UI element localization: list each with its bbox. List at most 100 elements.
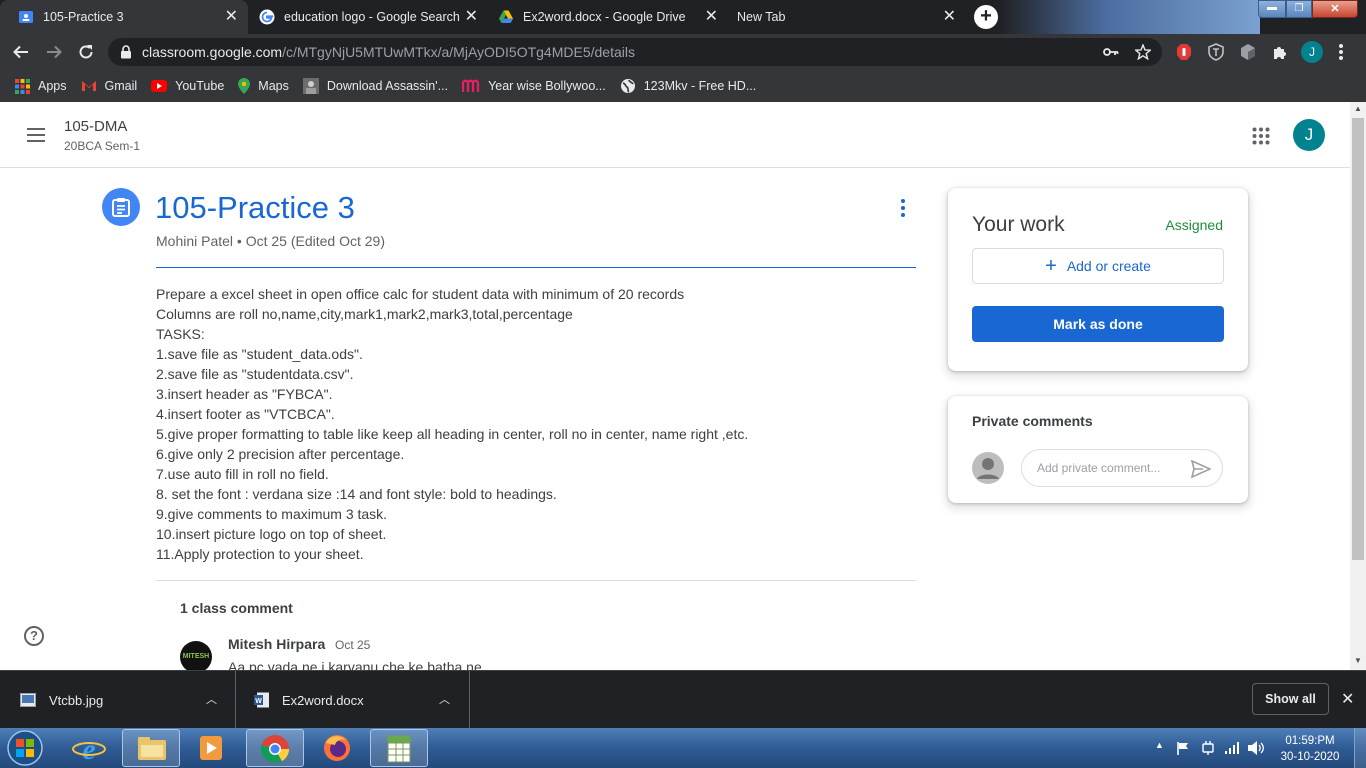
assignment-icon: [102, 188, 140, 226]
comment-text: Aa pc vada ne j karvanu che ke batha ne: [228, 659, 482, 670]
browser-toolbar: classroom.google.com/c/MTgyNjU5MTUwMTkx/…: [0, 34, 1366, 70]
file-explorer-taskbar-button[interactable]: [122, 729, 180, 767]
comment-text-clip: Aa pc vada ne j karvanu che ke batha ne: [228, 652, 928, 670]
description-line: Prepare a excel sheet in open office cal…: [156, 286, 685, 302]
cube-extension-icon[interactable]: [1240, 43, 1256, 61]
start-button-icon[interactable]: [5, 729, 45, 767]
omnibox[interactable]: classroom.google.com/c/MTgyNjU5MTUwMTkx/…: [108, 38, 1162, 66]
description-line: 8. set the font : verdana size :14 and f…: [156, 486, 557, 502]
classroom-favicon-icon: [19, 11, 33, 23]
private-comments-card: Private comments Add private comment...: [948, 396, 1248, 503]
bookmark-youtube[interactable]: YouTube: [151, 79, 224, 93]
bookmark-label: Year wise Bollywoo...: [488, 79, 606, 93]
signal-strength-icon[interactable]: [1224, 741, 1240, 755]
extensions-puzzle-icon[interactable]: [1272, 44, 1288, 60]
clock-date: 30-10-2020: [1280, 751, 1340, 763]
commenter-avatar: MITESH: [180, 641, 212, 673]
chevron-up-icon[interactable]: ︿: [206, 691, 217, 707]
class-name[interactable]: 105-DMA: [64, 118, 127, 135]
assignment-description: Prepare a excel sheet in open office cal…: [156, 284, 748, 564]
key-icon[interactable]: [1103, 46, 1119, 58]
tab-title: 105-Practice 3: [43, 10, 124, 24]
back-arrow-icon[interactable]: [12, 43, 30, 61]
forward-arrow-icon[interactable]: [45, 43, 63, 61]
internet-explorer-icon[interactable]: e: [72, 733, 106, 763]
close-tab-icon[interactable]: ✕: [943, 9, 956, 25]
description-line: Columns are roll no,name,city,mark1,mark…: [156, 306, 573, 322]
close-window-button[interactable]: ✕: [1312, 0, 1358, 18]
comment-date: Oct 25: [335, 638, 371, 652]
m-logo-icon: [462, 79, 480, 92]
shield-extension-icon[interactable]: [1208, 43, 1224, 61]
firefox-icon[interactable]: [322, 733, 352, 763]
help-icon[interactable]: ?: [24, 626, 44, 646]
word-file-icon: W: [254, 692, 269, 708]
mark-as-done-button[interactable]: Mark as done: [972, 306, 1224, 342]
media-player-icon[interactable]: [198, 734, 224, 762]
private-comment-input[interactable]: Add private comment...: [1021, 449, 1223, 487]
hamburger-menu-icon[interactable]: [26, 127, 46, 143]
calc-taskbar-button[interactable]: [370, 729, 428, 767]
show-hidden-icons-icon[interactable]: ▲: [1155, 740, 1164, 750]
globe-icon: [620, 79, 635, 93]
your-work-card: Your work Assigned + Add or create Mark …: [948, 188, 1248, 371]
url-text[interactable]: classroom.google.com/c/MTgyNjU5MTUwMTkx/…: [142, 44, 635, 60]
google-apps-icon[interactable]: [1252, 127, 1270, 145]
scroll-down-arrow-icon[interactable]: ▼: [1350, 656, 1366, 666]
clock[interactable]: 01:59:PM 30-10-2020: [1272, 733, 1348, 765]
tab-google-drive[interactable]: Ex2word.docx - Google Drive ✕: [488, 0, 728, 34]
maximize-button[interactable]: ❐: [1286, 0, 1312, 18]
bookmark-maps[interactable]: Maps: [238, 78, 289, 94]
page-scrollbar[interactable]: ▲ ▼: [1350, 102, 1366, 670]
scrollbar-thumb[interactable]: [1352, 118, 1364, 560]
google-favicon-icon: [259, 9, 275, 25]
description-line: TASKS:: [156, 326, 205, 342]
bookmark-123mkv[interactable]: 123Mkv - Free HD...: [620, 78, 757, 94]
chrome-taskbar-button[interactable]: [246, 729, 304, 767]
tab-practice-3[interactable]: 105-Practice 3 ✕: [0, 0, 248, 34]
tab-title: education logo - Google Search: [284, 10, 460, 24]
reload-icon[interactable]: [77, 43, 95, 61]
action-center-flag-icon[interactable]: [1176, 741, 1190, 755]
tab-new-tab[interactable]: New Tab ✕: [728, 0, 966, 34]
lock-icon[interactable]: [120, 45, 132, 59]
chrome-menu-icon[interactable]: [1339, 41, 1343, 63]
send-icon[interactable]: [1191, 460, 1211, 478]
description-line: 3.insert header as "FYBCA".: [156, 386, 333, 402]
power-plug-icon[interactable]: [1200, 740, 1216, 756]
show-all-button[interactable]: Show all: [1252, 683, 1329, 715]
account-avatar[interactable]: J: [1293, 119, 1325, 151]
close-tab-icon[interactable]: ✕: [225, 9, 238, 25]
bookmark-gmail[interactable]: Gmail: [81, 79, 137, 93]
bookmark-label: 123Mkv - Free HD...: [643, 79, 757, 93]
new-tab-button[interactable]: +: [974, 5, 998, 29]
chevron-up-icon[interactable]: ︿: [439, 691, 450, 707]
bookmark-apps[interactable]: Apps: [15, 78, 67, 94]
add-or-create-label: Add or create: [1066, 258, 1151, 274]
close-downloads-icon[interactable]: ✕: [1341, 689, 1354, 709]
bookmark-star-icon[interactable]: [1135, 44, 1151, 60]
adblock-extension-icon[interactable]: [1176, 43, 1192, 61]
volume-speaker-icon[interactable]: [1247, 740, 1265, 756]
clock-time: 01:59:PM: [1285, 735, 1335, 747]
downloads-bar: Vtcbb.jpg ︿ W Ex2word.docx ︿ Show all ✕: [0, 670, 1366, 728]
scroll-up-arrow-icon[interactable]: ▲: [1350, 104, 1366, 114]
class-comment-count[interactable]: 1 class comment: [180, 600, 293, 616]
download-item[interactable]: W Ex2word.docx ︿: [236, 671, 470, 728]
close-tab-icon[interactable]: ✕: [705, 9, 718, 25]
minimize-button[interactable]: ▬: [1258, 0, 1286, 18]
chrome-profile-avatar[interactable]: J: [1301, 41, 1323, 63]
class-section: 20BCA Sem-1: [64, 139, 141, 153]
bookmark-download-assassin[interactable]: Download Assassin'...: [302, 78, 448, 94]
download-item[interactable]: Vtcbb.jpg ︿: [0, 671, 236, 728]
private-comment-placeholder: Add private comment...: [1037, 461, 1161, 475]
show-desktop-button[interactable]: [1354, 728, 1366, 768]
more-options-icon[interactable]: [901, 199, 907, 217]
add-or-create-button[interactable]: + Add or create: [972, 248, 1224, 284]
gmail-icon: [81, 81, 96, 91]
description-line: 9.give comments to maximum 3 task.: [156, 506, 388, 522]
bookmark-year-wise-bollywood[interactable]: Year wise Bollywoo...: [462, 78, 606, 94]
close-tab-icon[interactable]: ✕: [465, 9, 478, 25]
tab-google-search[interactable]: education logo - Google Search ✕: [248, 0, 488, 34]
user-avatar-placeholder-icon: [972, 452, 1004, 484]
